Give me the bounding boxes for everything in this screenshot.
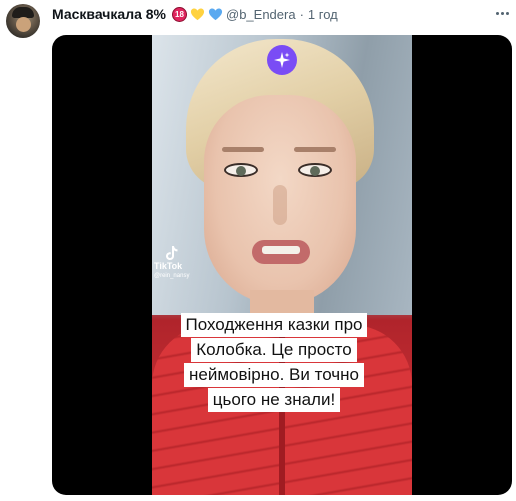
- video-caption: Походження казки про Колобка. Це просто …: [166, 313, 382, 413]
- video-nose: [273, 185, 287, 225]
- more-options-icon[interactable]: [494, 5, 510, 21]
- sparkle-effect-button[interactable]: [267, 45, 297, 75]
- tiktok-watermark: TikTok @rein_nansy: [154, 245, 214, 280]
- tweet-header: Масквачкала 8% 18 @b_Endera · 1 год: [52, 5, 338, 23]
- left-eye: [224, 163, 258, 177]
- caption-line: цього не знали!: [207, 388, 341, 412]
- author-handle[interactable]: @b_Endera: [226, 7, 296, 22]
- tweet-video-media[interactable]: TikTok @rein_nansy Походження казки про …: [52, 35, 512, 495]
- tiktok-icon: [166, 246, 178, 260]
- blue-heart-icon: [208, 8, 223, 20]
- more-dot: [500, 11, 504, 15]
- tiktok-label: TikTok: [154, 261, 183, 271]
- video-frame[interactable]: TikTok @rein_nansy Походження казки про …: [152, 35, 412, 495]
- author-avatar[interactable]: [6, 4, 40, 38]
- tweet-timestamp[interactable]: 1 год: [308, 7, 338, 22]
- yellow-heart-icon: [190, 8, 205, 20]
- avatar-face: [16, 17, 31, 32]
- caption-line: Походження казки про: [180, 313, 368, 337]
- more-dot: [505, 11, 509, 15]
- caption-line: неймовірно. Ви точно: [184, 363, 364, 387]
- right-eye: [298, 163, 332, 177]
- author-name[interactable]: Масквачкала 8%: [52, 6, 166, 22]
- caption-line: Колобка. Це просто: [191, 338, 357, 362]
- video-mouth: [252, 240, 310, 264]
- header-separator: ·: [299, 6, 304, 22]
- right-brow: [294, 147, 336, 152]
- tiktok-username: @rein_nansy: [154, 273, 190, 279]
- left-brow: [222, 147, 264, 152]
- sparkle-icon: [274, 52, 290, 68]
- eighteen-plus-icon: 18: [172, 6, 187, 22]
- more-dot: [495, 11, 499, 15]
